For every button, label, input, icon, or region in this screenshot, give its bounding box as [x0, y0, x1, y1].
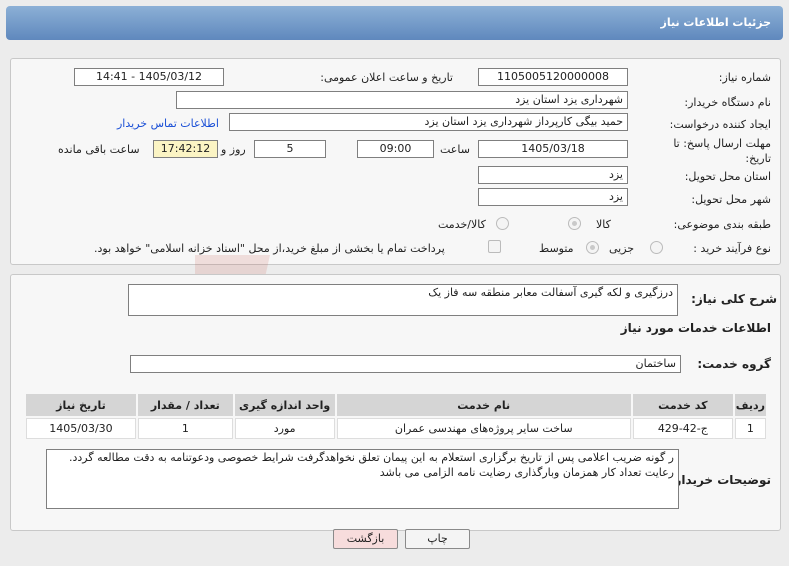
col-need-date: تاریخ نیاز: [26, 394, 136, 416]
category-option-goods-label: کالا: [596, 218, 611, 231]
process-option-medium-label: متوسط: [539, 242, 574, 255]
buyer-field: شهرداری یزد استان یزد: [176, 91, 628, 109]
remaining-label: ساعت باقی مانده: [58, 143, 140, 156]
process-radio-medium[interactable]: [586, 241, 599, 254]
deadline-label: مهلت ارسال پاسخ: تا تاریخ:: [673, 137, 771, 165]
col-service-code: کد خدمت: [632, 394, 733, 416]
cell-quantity: 1: [137, 418, 233, 439]
creator-field: حمید بیگی کارپرداز شهرداری یزد استان یزد: [229, 113, 628, 131]
time-label: ساعت: [440, 143, 470, 156]
province-field: یزد: [478, 166, 628, 184]
category-option-goods-service-label: کالا/خدمت: [438, 218, 486, 231]
group-label: گروه خدمت:: [697, 357, 771, 371]
treasury-payment-checkbox[interactable]: [488, 240, 501, 253]
announce-field: 1405/03/12 - 14:41: [74, 68, 224, 86]
category-radio-goods[interactable]: [568, 217, 581, 230]
summary-field: درزگیری و لکه گیری آسفالت معابر منطقه سه…: [128, 284, 678, 316]
province-label: استان محل تحویل:: [684, 170, 771, 183]
notes-field: ر گونه ضریب اعلامی پس از تاریخ برگزاری ا…: [46, 449, 679, 509]
cell-row: 1: [734, 418, 766, 439]
city-label: شهر محل تحویل:: [691, 193, 771, 206]
need-number-field: 1105005120000008: [478, 68, 628, 86]
cell-need-date: 1405/03/30: [26, 418, 136, 439]
cell-service-name: ساخت سایر پروژه‌های مهندسی عمران: [336, 418, 631, 439]
col-quantity: تعداد / مقدار: [137, 394, 233, 416]
deadline-date-field: 1405/03/18: [478, 140, 628, 158]
col-row: ردیف: [734, 394, 766, 416]
announce-label: تاریخ و ساعت اعلان عمومی:: [320, 71, 453, 84]
page-title: جزئیات اطلاعات نیاز: [660, 16, 772, 29]
col-service-name: نام خدمت: [336, 394, 631, 416]
cell-service-code: ج-42-429: [632, 418, 733, 439]
cell-unit: مورد: [234, 418, 335, 439]
back-button[interactable]: بازگشت: [333, 529, 398, 549]
need-number-label: شماره نیاز:: [718, 71, 771, 84]
table-header-row: ردیف کد خدمت نام خدمت واحد اندازه گیری ت…: [26, 394, 766, 416]
notes-label: توضیحات خریدار:: [669, 473, 771, 487]
process-label: نوع فرآیند خرید :: [693, 242, 771, 255]
services-title: اطلاعات خدمات مورد نیاز: [620, 321, 771, 335]
days-label: روز و: [221, 143, 246, 156]
payment-note: پرداخت تمام یا بخشی از مبلغ خرید،از محل …: [94, 242, 445, 255]
city-field: یزد: [478, 188, 628, 206]
col-unit: واحد اندازه گیری: [234, 394, 335, 416]
deadline-time-field: 09:00: [357, 140, 434, 158]
creator-label: ایجاد کننده درخواست:: [669, 118, 771, 131]
process-radio-minor[interactable]: [650, 241, 663, 254]
print-button[interactable]: چاپ: [405, 529, 470, 549]
category-label: طبقه بندی موضوعی:: [673, 218, 771, 231]
category-radio-goods-service[interactable]: [496, 217, 509, 230]
process-option-minor-label: جزیی: [609, 242, 635, 255]
table-row: 1 ج-42-429 ساخت سایر پروژه‌های مهندسی عم…: [26, 418, 766, 439]
summary-label: شرح کلی نیاز:: [691, 292, 777, 306]
contact-buyer-link[interactable]: اطلاعات تماس خریدار: [117, 117, 219, 130]
days-field: 5: [254, 140, 326, 158]
services-table: ردیف کد خدمت نام خدمت واحد اندازه گیری ت…: [24, 392, 768, 441]
remaining-time-field: 17:42:12: [153, 140, 218, 158]
group-field: ساختمان: [130, 355, 681, 373]
buyer-label: نام دستگاه خریدار:: [684, 96, 771, 109]
